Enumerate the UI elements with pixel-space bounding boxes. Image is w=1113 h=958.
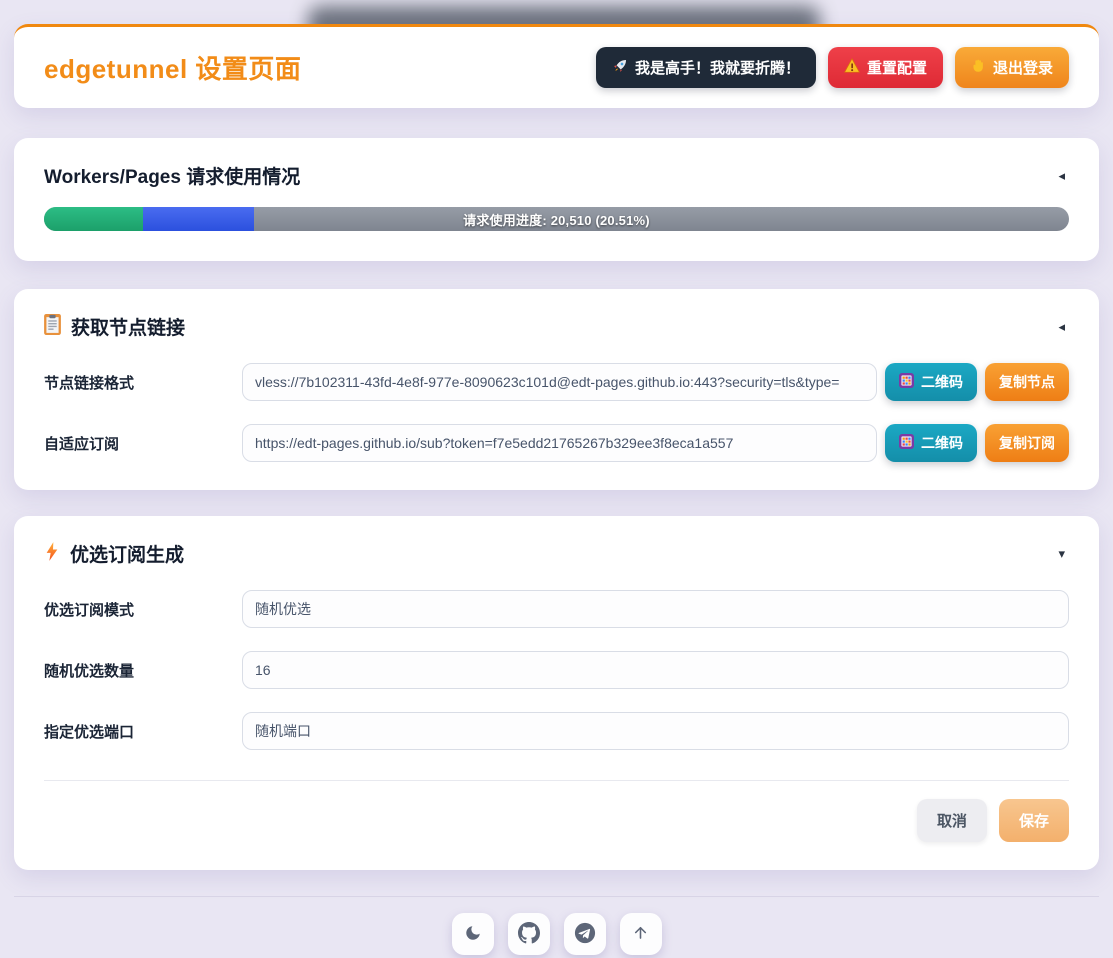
preferred-mode-input[interactable] bbox=[242, 590, 1069, 628]
copy-sub-label: 复制订阅 bbox=[999, 433, 1055, 453]
usage-card: Workers/Pages 请求使用情况 ◂ 请求使用进度: 20,510 (2… bbox=[14, 138, 1099, 261]
logout-label: 退出登录 bbox=[993, 57, 1053, 78]
copy-node-label: 复制节点 bbox=[999, 372, 1055, 392]
qrcode-icon bbox=[899, 434, 914, 452]
header-card: edgetunnel 设置页面 我是高手！我就要折腾！ 重置配置 退出登录 bbox=[14, 24, 1099, 108]
collapse-arrow-icon[interactable]: ◂ bbox=[1054, 165, 1069, 186]
copy-node-button[interactable]: 复制节点 bbox=[985, 363, 1069, 401]
footer bbox=[14, 896, 1099, 955]
dark-mode-toggle[interactable] bbox=[452, 913, 494, 955]
actions-divider bbox=[44, 780, 1069, 781]
node-link-input[interactable] bbox=[242, 363, 877, 401]
preferred-port-row: 指定优选端口 bbox=[44, 712, 1069, 750]
node-links-title: 获取节点链接 bbox=[71, 313, 185, 340]
page-container: edgetunnel 设置页面 我是高手！我就要折腾！ 重置配置 退出登录 bbox=[0, 24, 1113, 955]
rocket-icon bbox=[612, 58, 628, 78]
scroll-top-button[interactable] bbox=[620, 913, 662, 955]
expert-mode-label: 我是高手！我就要折腾！ bbox=[635, 57, 800, 78]
cancel-button[interactable]: 取消 bbox=[917, 799, 987, 842]
expert-mode-button[interactable]: 我是高手！我就要折腾！ bbox=[596, 47, 816, 88]
reset-config-button[interactable]: 重置配置 bbox=[828, 47, 943, 88]
random-count-input[interactable] bbox=[242, 651, 1069, 689]
usage-title: Workers/Pages 请求使用情况 bbox=[44, 162, 300, 189]
node-link-row: 节点链接格式 二维码 复制节点 bbox=[44, 363, 1069, 401]
github-icon bbox=[518, 922, 540, 947]
preferred-mode-row: 优选订阅模式 bbox=[44, 590, 1069, 628]
preferred-sub-title: 优选订阅生成 bbox=[70, 540, 184, 567]
qrcode-node-button[interactable]: 二维码 bbox=[885, 363, 977, 401]
copy-sub-button[interactable]: 复制订阅 bbox=[985, 424, 1069, 462]
qrcode-icon bbox=[899, 373, 914, 391]
wave-hand-icon bbox=[971, 58, 986, 77]
adaptive-sub-row: 自适应订阅 二维码 复制订阅 bbox=[44, 424, 1069, 462]
preferred-sub-card: 优选订阅生成 ▾ 优选订阅模式 随机优选数量 指定优选端口 取消 保存 bbox=[14, 516, 1099, 870]
moon-icon bbox=[464, 924, 482, 945]
qrcode-sub-button[interactable]: 二维码 bbox=[885, 424, 977, 462]
warning-icon bbox=[844, 58, 860, 77]
collapse-arrow-icon[interactable]: ▾ bbox=[1054, 543, 1069, 564]
telegram-icon bbox=[574, 922, 596, 947]
reset-config-label: 重置配置 bbox=[867, 57, 927, 78]
preferred-mode-label: 优选订阅模式 bbox=[44, 599, 242, 620]
collapse-arrow-icon[interactable]: ◂ bbox=[1054, 316, 1069, 337]
adaptive-sub-label: 自适应订阅 bbox=[44, 433, 242, 454]
node-link-label: 节点链接格式 bbox=[44, 372, 242, 393]
header-buttons: 我是高手！我就要折腾！ 重置配置 退出登录 bbox=[596, 47, 1069, 88]
page-title: edgetunnel 设置页面 bbox=[44, 49, 301, 86]
qrcode-sub-label: 二维码 bbox=[921, 433, 963, 453]
arrow-up-icon bbox=[631, 923, 650, 945]
clipboard-icon bbox=[44, 314, 61, 340]
lightning-icon bbox=[44, 541, 60, 567]
save-button[interactable]: 保存 bbox=[999, 799, 1069, 842]
preferred-port-input[interactable] bbox=[242, 712, 1069, 750]
form-actions: 取消 保存 bbox=[44, 799, 1069, 842]
usage-progress-bar: 请求使用进度: 20,510 (20.51%) bbox=[44, 207, 1069, 231]
progress-label: 请求使用进度: 20,510 (20.51%) bbox=[44, 207, 1069, 231]
node-links-card: 获取节点链接 ◂ 节点链接格式 二维码 复制节点 自适应订阅 bbox=[14, 289, 1099, 490]
github-link-button[interactable] bbox=[508, 913, 550, 955]
adaptive-sub-input[interactable] bbox=[242, 424, 877, 462]
qrcode-node-label: 二维码 bbox=[921, 372, 963, 392]
random-count-row: 随机优选数量 bbox=[44, 651, 1069, 689]
telegram-link-button[interactable] bbox=[564, 913, 606, 955]
random-count-label: 随机优选数量 bbox=[44, 660, 242, 681]
logout-button[interactable]: 退出登录 bbox=[955, 47, 1069, 88]
preferred-port-label: 指定优选端口 bbox=[44, 721, 242, 742]
